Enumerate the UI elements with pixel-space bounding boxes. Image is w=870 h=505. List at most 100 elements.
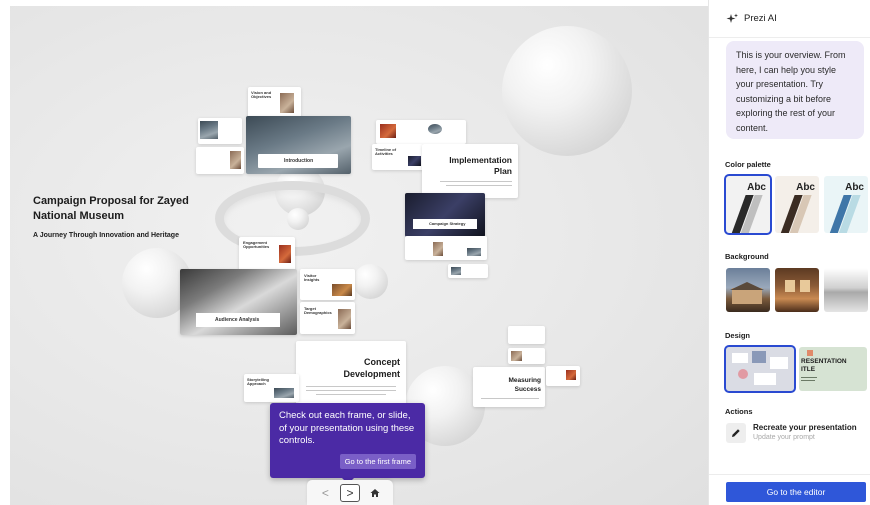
- frame-small[interactable]: [376, 120, 466, 144]
- presentation-canvas[interactable]: Campaign Proposal for Zayed National Mus…: [10, 6, 708, 505]
- presentation-subtitle: A Journey Through Innovation and Heritag…: [33, 232, 179, 239]
- frame-small[interactable]: [405, 236, 487, 260]
- frame-small-photo: [200, 121, 218, 139]
- frame-vision[interactable]: Vision and Objectives: [248, 87, 301, 119]
- presentation-title: Campaign Proposal for Zayed National Mus…: [33, 195, 189, 222]
- design-mini-frame: [754, 373, 776, 385]
- color-palette-option-1[interactable]: Abc: [724, 174, 772, 235]
- frame-concept-title: Concept Development: [343, 357, 400, 379]
- frame-campaign-strategy-photo: [405, 193, 485, 237]
- palette-sample-text: Abc: [747, 182, 766, 193]
- decorative-sphere: [353, 264, 388, 299]
- frame-vision-title: Vision and Objectives: [251, 90, 272, 100]
- design-option-1[interactable]: [724, 345, 796, 393]
- frame-visitor-title: Visitor Insights: [304, 273, 320, 283]
- home-icon: [370, 488, 380, 497]
- prezi-ai-panel: Prezi AI This is your overview. From her…: [708, 0, 870, 505]
- frame-small-photo: [511, 351, 522, 361]
- pencil-icon: [726, 423, 746, 443]
- design-mini-line: [801, 380, 815, 381]
- frame-campaign-strategy-title: Campaign Strategy: [429, 221, 466, 226]
- background-roof-shape: [730, 282, 764, 290]
- frame-storytelling-title: Storytelling Approach: [247, 377, 270, 387]
- frame-target-photo: [338, 309, 351, 329]
- frame-target[interactable]: Target Demographics: [300, 302, 355, 334]
- frame-storytelling[interactable]: Storytelling Approach: [244, 374, 299, 402]
- panel-header: Prezi AI: [709, 0, 870, 38]
- text-line: [481, 398, 539, 399]
- frame-small-photo: [433, 242, 443, 256]
- ai-message-bubble: This is your overview. From here, I can …: [726, 41, 864, 139]
- frame-implementation-title: Implementation Plan: [449, 155, 512, 176]
- palette-sample-text: Abc: [845, 182, 864, 193]
- tooltip-message: Check out each frame, or slide, of your …: [279, 410, 415, 446]
- design-mini-frame: [752, 351, 766, 363]
- frame-concept[interactable]: Concept Development: [296, 341, 406, 405]
- frame-vision-photo: [280, 93, 294, 113]
- onboarding-tooltip: Check out each frame, or slide, of your …: [270, 403, 425, 484]
- color-palette-option-3[interactable]: Abc: [824, 176, 868, 233]
- frame-campaign-strategy[interactable]: Campaign Strategy: [405, 193, 485, 237]
- frame-small[interactable]: [448, 264, 488, 278]
- color-palette-label: Color palette: [725, 160, 771, 169]
- actions-label: Actions: [725, 407, 753, 416]
- frame-target-title: Target Demographics: [304, 306, 332, 316]
- home-button[interactable]: [365, 484, 385, 502]
- frame-small[interactable]: [198, 118, 242, 144]
- background-label: Background: [725, 252, 769, 261]
- design-mini-line: [801, 377, 817, 378]
- frame-audience[interactable]: Audience Analysis: [180, 269, 297, 335]
- text-line: [306, 386, 396, 387]
- go-to-first-frame-button[interactable]: Go to the first frame: [339, 454, 416, 469]
- frame-small-photo: [566, 370, 576, 380]
- background-option-3[interactable]: [824, 268, 868, 312]
- frame-small-photo: [230, 151, 241, 169]
- frame-small-photo: [451, 267, 461, 275]
- panel-title: Prezi AI: [744, 13, 777, 24]
- frame-engagement-photo: [279, 245, 291, 263]
- go-to-editor-button[interactable]: Go to the editor: [726, 482, 866, 502]
- frame-engagement[interactable]: Engagement Opportunities: [239, 237, 295, 271]
- chevron-left-icon: <: [321, 485, 329, 500]
- frame-timeline[interactable]: Timeline of Activities: [372, 144, 424, 170]
- frame-small[interactable]: [508, 326, 545, 344]
- text-line: [316, 394, 386, 395]
- palette-sample-text: Abc: [796, 182, 815, 193]
- decorative-sphere: [502, 26, 632, 156]
- recreate-presentation-action[interactable]: Recreate your presentation Update your p…: [726, 421, 870, 445]
- text-line: [440, 181, 512, 182]
- frame-audience-title: Audience Analysis: [215, 317, 260, 323]
- text-line: [446, 185, 512, 186]
- frame-small[interactable]: [546, 366, 580, 386]
- design-label: Design: [725, 331, 751, 340]
- color-palette-option-2[interactable]: Abc: [775, 176, 819, 233]
- next-frame-button[interactable]: >: [339, 483, 360, 502]
- frame-introduction-title: Introduction: [284, 158, 314, 164]
- frame-introduction[interactable]: Introduction: [246, 116, 351, 174]
- background-building-shape: [732, 288, 762, 304]
- background-painting-shape: [785, 280, 795, 292]
- frame-small[interactable]: [508, 348, 545, 364]
- frame-timeline-title: Timeline of Activities: [375, 147, 397, 157]
- frame-implementation[interactable]: Implementation Plan: [422, 144, 518, 198]
- frame-small-photo: [467, 248, 481, 256]
- frame-measuring[interactable]: Measuring Success: [473, 367, 545, 407]
- frame-timeline-photo: [408, 156, 421, 166]
- frame-navigation-bar: < >: [307, 480, 393, 505]
- previous-frame-button[interactable]: <: [315, 484, 335, 502]
- frame-engagement-title: Engagement Opportunities: [243, 240, 270, 250]
- sparkle-icon: [726, 13, 738, 23]
- frame-storytelling-photo: [274, 388, 294, 398]
- frame-small[interactable]: [196, 147, 244, 174]
- design-mini-dot: [738, 369, 748, 379]
- design-mini-frame: [732, 353, 748, 363]
- frame-small-photo: [428, 124, 442, 134]
- text-line: [306, 390, 396, 391]
- design-option-2[interactable]: RESENTATION ITLE: [799, 347, 867, 391]
- background-option-1[interactable]: [726, 268, 770, 312]
- panel-divider: [709, 474, 870, 475]
- frame-visitor[interactable]: Visitor Insights: [300, 269, 355, 300]
- action-subtitle: Update your prompt: [753, 434, 815, 441]
- background-option-2[interactable]: [775, 268, 819, 312]
- frame-measuring-title: Measuring Success: [508, 377, 541, 393]
